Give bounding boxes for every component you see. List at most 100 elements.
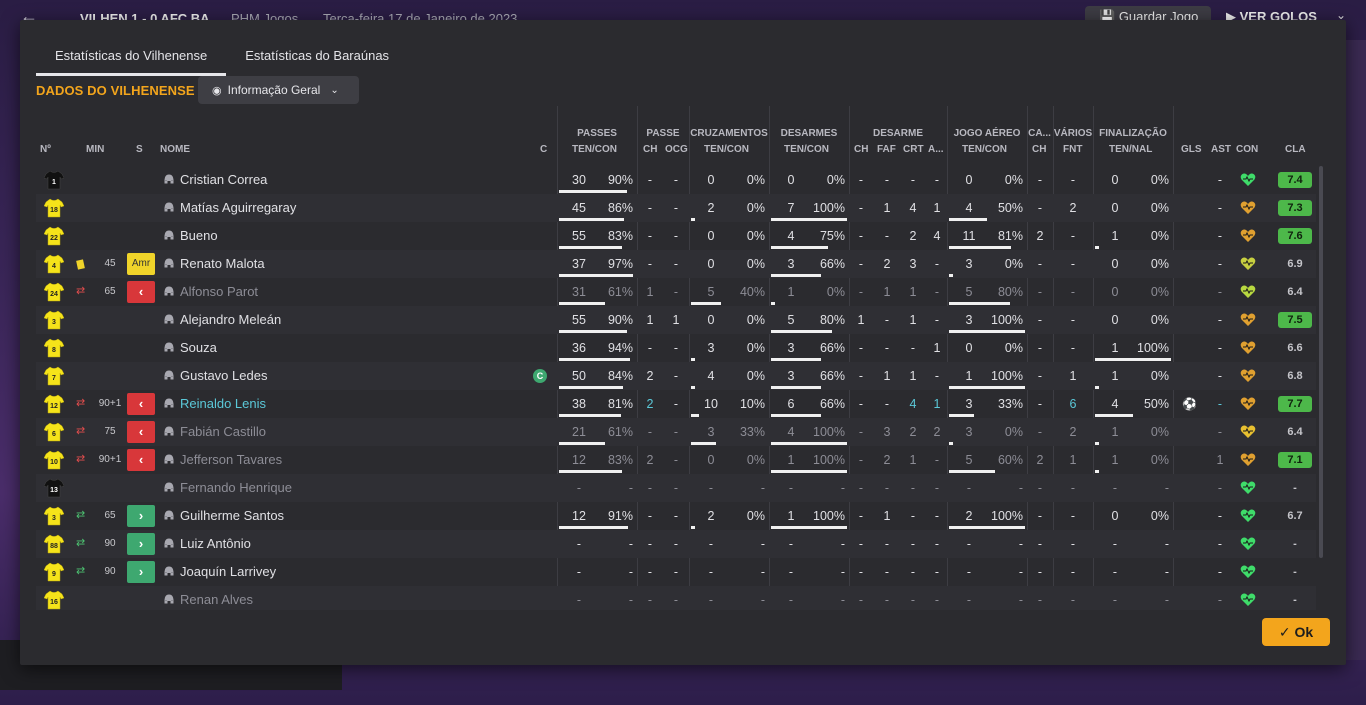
player-name[interactable]: Cristian Correa	[180, 166, 267, 194]
player-profile-icon[interactable]	[164, 538, 174, 548]
column-header-gls[interactable]: GLS	[1181, 144, 1202, 155]
column-header-fi-tn[interactable]: TEN/NAL	[1109, 144, 1152, 155]
column-header-con[interactable]: CON	[1236, 144, 1258, 155]
view-select[interactable]: ◉ Informação Geral ⌄	[198, 76, 359, 104]
player-profile-icon[interactable]	[164, 566, 174, 576]
table-row[interactable]: 18 Matías Aguirregaray 45 86% - -2 0% 7 100% -1 4 1…	[36, 194, 1316, 222]
player-profile-icon[interactable]	[164, 202, 174, 212]
rating-badge: -	[1293, 538, 1297, 550]
player-profile-icon[interactable]	[164, 286, 174, 296]
player-name[interactable]: Alejandro Meleán	[180, 306, 281, 334]
player-name[interactable]: Bueno	[180, 222, 218, 250]
table-row[interactable]: 3 Alejandro Meleán 55 90% 1 1 0 0% 5 80% 1-1-3 100%…	[36, 306, 1316, 334]
column-header-d-crt[interactable]: CRT	[903, 144, 924, 155]
column-header-ast[interactable]: AST	[1211, 144, 1231, 155]
column-header-de-tc[interactable]: TEN/CON	[784, 144, 829, 155]
player-profile-icon[interactable]	[164, 342, 174, 352]
player-name[interactable]: Reinaldo Lenis	[180, 390, 266, 418]
column-header-no[interactable]: Nº	[40, 144, 51, 155]
crosses-bar	[691, 218, 695, 221]
player-profile-icon[interactable]	[164, 510, 174, 520]
tackle-key-count: -	[858, 537, 864, 551]
player-name[interactable]: Guilherme Santos	[180, 502, 284, 530]
passes-bar	[559, 386, 623, 389]
column-header-d-a[interactable]: A...	[928, 144, 944, 155]
subbed-on-icon: ›	[127, 533, 155, 555]
interceptions-count: -	[910, 537, 916, 551]
tackles-attempts: -	[788, 481, 794, 495]
player-profile-icon[interactable]	[164, 174, 174, 184]
player-profile-icon[interactable]	[164, 594, 174, 604]
table-row[interactable]: 16 Renan Alves - - - - - - - - - - - - - - - - - - - -	[36, 586, 1316, 610]
minute-label: 90	[104, 566, 116, 577]
table-row[interactable]: 88 ⇄ 90 › Luiz Antônio - - - - - - - - - - - - - - - - - - - -	[36, 530, 1316, 558]
shots-attempts: 1	[1111, 425, 1119, 439]
column-header-d-ch[interactable]: CH	[854, 144, 868, 155]
minute-label: 90+1	[98, 398, 122, 409]
column-header-d-faf[interactable]: FAF	[877, 144, 896, 155]
column-header-cr-tc[interactable]: TEN/CON	[704, 144, 749, 155]
player-profile-icon[interactable]	[164, 230, 174, 240]
fouls-suffered-count: -	[1070, 285, 1076, 299]
player-name[interactable]: Renato Malota	[180, 250, 265, 278]
player-profile-icon[interactable]	[164, 258, 174, 268]
player-name[interactable]: Fabián Castillo	[180, 418, 266, 446]
column-header-cla[interactable]: CLA	[1285, 144, 1306, 155]
key-pass-count: 2	[646, 397, 654, 411]
table-row[interactable]: 1 Cristian Correa 30 90% - -0 0% 0 0% - - - -0 0% - -0 0…	[36, 166, 1316, 194]
table-row[interactable]: 6 ⇄ 75 ‹ Fabián Castillo 21 61% - -3 33% 4 100% -3 2 2…	[36, 418, 1316, 446]
aerial-bar	[949, 442, 953, 445]
table-row[interactable]: 24 ⇄ 65 ‹ Alfonso Parot 31 61% 1-5 40% 1 0% -1 1-5 80…	[36, 278, 1316, 306]
player-profile-icon[interactable]	[164, 454, 174, 464]
table-row[interactable]: 22 Bueno 55 83% - -0 0% 4 75% - -2 4 11 81% 2-1 0% -7.6	[36, 222, 1316, 250]
tab-baraunas-stats[interactable]: Estatísticas do Baraúnas	[226, 42, 408, 76]
player-name[interactable]: Jefferson Tavares	[180, 446, 282, 474]
player-name[interactable]: Luiz Antônio	[180, 530, 251, 558]
table-scrollbar[interactable]	[1319, 166, 1323, 558]
column-header-c[interactable]: C	[540, 144, 547, 155]
player-profile-icon[interactable]	[164, 482, 174, 492]
player-name[interactable]: Renan Alves	[180, 586, 253, 610]
player-profile-icon[interactable]	[164, 426, 174, 436]
condition-heart-icon	[1240, 313, 1256, 326]
tab-vilhenense-stats[interactable]: Estatísticas do Vilhenense	[36, 42, 227, 76]
table-row[interactable]: 13 Fernando Henrique - - - - - - - - - - - - - - - - - - - -	[36, 474, 1316, 502]
passes-bar	[559, 218, 624, 221]
crosses-bar	[691, 414, 699, 417]
table-row[interactable]: 8 Souza 36 94% - -3 0% 3 66% - - -1 0 0% - -1 100% -6.6	[36, 334, 1316, 362]
table-row[interactable]: 9 ⇄ 90 › Joaquín Larrivey - - - - - - - - - - - - - - - - - - -…	[36, 558, 1316, 586]
player-profile-icon[interactable]	[164, 370, 174, 380]
table-row[interactable]: 4 45 Amr Renato Malota 37 97% - -0 0% 3 66% -2 3-3 0%…	[36, 250, 1316, 278]
column-header-ae-tc[interactable]: TEN/CON	[962, 144, 1007, 155]
table-row[interactable]: 12 ⇄ 90+1 ‹ Reinaldo Lenis 38 81% 2-10 10% 6 66% - -…	[36, 390, 1316, 418]
chances-created-count: -	[673, 285, 679, 299]
fouls-count: 1	[883, 369, 891, 383]
player-profile-icon[interactable]	[164, 314, 174, 324]
player-name[interactable]: Gustavo Ledes	[180, 362, 267, 390]
column-header-p-tc[interactable]: TEN/CON	[572, 144, 617, 155]
column-header-nome[interactable]: NOME	[160, 144, 190, 155]
stats-table: PASSES PASSE CRUZAMENTOS DESARMES DESARME JOG…	[36, 106, 1322, 610]
fouls-suffered-count: 1	[1069, 453, 1077, 467]
column-header-pa-ocg[interactable]: OCG	[665, 144, 688, 155]
ok-button[interactable]: ✓ Ok	[1262, 618, 1330, 646]
column-header-min[interactable]: MIN	[86, 144, 104, 155]
fouls-suffered-count: -	[1070, 173, 1076, 187]
column-header-fnt[interactable]: FNT	[1063, 144, 1082, 155]
player-name[interactable]: Matías Aguirregaray	[180, 194, 296, 222]
player-name[interactable]: Souza	[180, 334, 217, 362]
table-row[interactable]: 7 Gustavo Ledes C 50 84% 2-4 0% 3 66% -1 1-1 100% -1…	[36, 362, 1316, 390]
shots-percent: -	[1164, 481, 1169, 495]
column-header-pa-ch[interactable]: CH	[643, 144, 657, 155]
player-name[interactable]: Joaquín Larrivey	[180, 558, 276, 586]
table-row[interactable]: 10 ⇄ 90+1 ‹ Jefferson Tavares 12 83% 2-0 0% 1 100%…	[36, 446, 1316, 474]
rating-badge: -	[1293, 566, 1297, 578]
column-header-s[interactable]: S	[136, 144, 143, 155]
column-header-ca-ch[interactable]: CH	[1032, 144, 1046, 155]
table-row[interactable]: 3 ⇄ 65 › Guilherme Santos 12 91% - -2 0% 1 100% -1- -…	[36, 502, 1316, 530]
passes-attempts: -	[576, 565, 582, 579]
player-profile-icon[interactable]	[164, 398, 174, 408]
player-name[interactable]: Fernando Henrique	[180, 474, 292, 502]
player-name[interactable]: Alfonso Parot	[180, 278, 258, 306]
tackles-attempts: -	[788, 537, 794, 551]
